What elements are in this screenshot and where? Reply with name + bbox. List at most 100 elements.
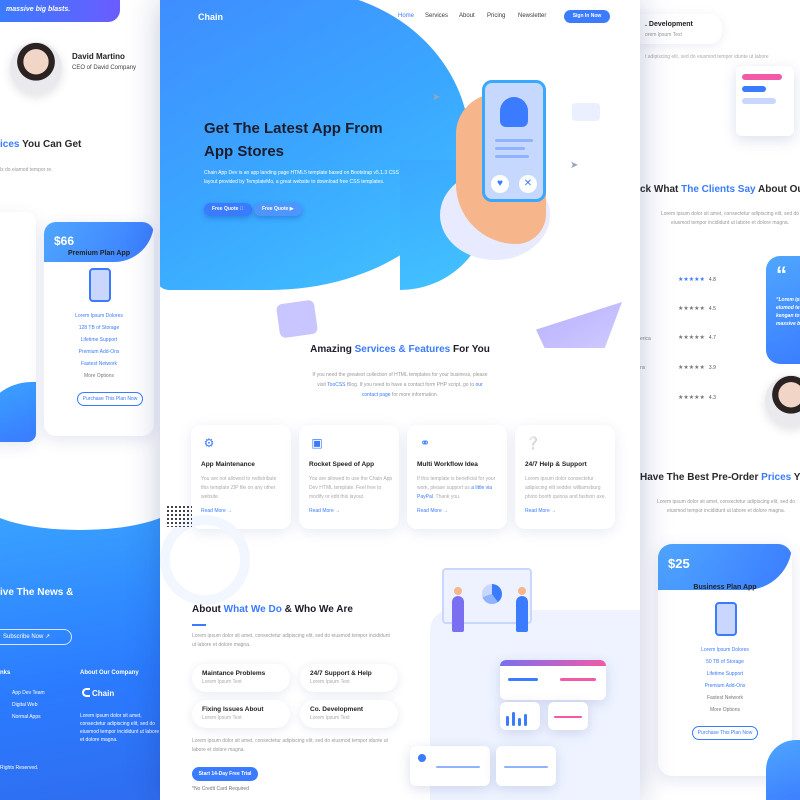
phone-icon [89, 268, 111, 302]
monitor-icon: ▣ [311, 436, 323, 450]
footer-link[interactable]: Normal Apps [12, 714, 41, 720]
prices-heading-pre: Have The Best Pre-Order [640, 472, 762, 483]
mockup-stage: massive big blasts. David Martino CEO of… [0, 0, 800, 800]
nav-item-services[interactable]: Services [425, 13, 448, 19]
nav-item-newsletter[interactable]: Newsletter [518, 13, 546, 19]
toocss-link[interactable]: TooCSS [327, 382, 345, 388]
rating-stars: ★★★★★ [678, 306, 705, 312]
feature-pill: Maintance Problems Lorem Ipsum Text [192, 664, 290, 692]
nav-item-pricing[interactable]: Pricing [487, 13, 505, 19]
clients-subtext: Lorem ipsum dolor sit amet, consectetur … [660, 211, 800, 226]
user-avatar-icon [500, 97, 528, 127]
clients-heading-highlight: The Clients Say [681, 184, 756, 195]
price-card-partial [0, 212, 36, 442]
rating-score: 4.3 [708, 395, 716, 401]
feature-sub: Lorem Ipsum Text [202, 715, 242, 721]
footer-logo[interactable]: Chain [82, 688, 114, 698]
rating-stars: ★★★★★ [678, 335, 705, 341]
links-heading: nks [0, 670, 11, 676]
rating-stars: ★★★★★ [678, 365, 705, 371]
close-icon: ✕ [519, 175, 537, 193]
dashboard-card [496, 746, 556, 786]
rating-row: ★★★★★ 4.7 [678, 334, 716, 341]
plan-feature: Premium Add-Ons [78, 349, 120, 355]
rating-score: 4.5 [708, 306, 716, 312]
nav-item-home[interactable]: Home [398, 13, 414, 19]
rating-stars: ★★★★★ [678, 277, 705, 283]
purchase-plan-button[interactable]: Purchase This Plan Now [692, 726, 758, 740]
pie-chart-icon [482, 584, 502, 604]
prices-heading-highlight: ices [0, 139, 20, 150]
feature-pill: Fixing Issues About Lorem Ipsum Text [192, 700, 290, 728]
free-trial-button[interactable]: Start 14-Day Free Trial [192, 767, 258, 781]
person-head [454, 587, 462, 595]
free-quote-apple-button[interactable]: Free Quote  [204, 203, 252, 216]
rating-score: 4.7 [708, 335, 716, 341]
prices-subtext: ls do eiamod tempor re. [0, 167, 53, 173]
person-head [518, 587, 526, 595]
rating-stars: ★★★★★ [678, 395, 705, 401]
footer-link[interactable]: App Dev Team [12, 690, 45, 696]
service-card: ⚙ App Maintenance You are not allowed to… [191, 425, 291, 529]
free-quote-play-button[interactable]: Free Quote ▶ [254, 203, 302, 216]
service-card: ⚭ Multi Workflow Idea If this template i… [407, 425, 507, 529]
service-title: App Maintenance [201, 461, 255, 468]
dashboard-bar [506, 716, 509, 726]
feature-title: Maintance Problems [202, 670, 266, 677]
copyright: Rights Reserved. [0, 765, 39, 771]
nav-item-about[interactable]: About [459, 13, 475, 19]
read-more-link[interactable]: Read More → [309, 508, 340, 514]
prices-subtext: Lorem ipsum dolor sit amet, consectetur … [656, 499, 796, 514]
testimonial-text: “Lorem ips eiumod te kengan to massive b [776, 297, 800, 327]
footer-link[interactable]: Digital Web [12, 702, 37, 708]
service-desc-part: . Thank you. [432, 494, 461, 500]
service-description: If this template is beneficial for your … [417, 475, 501, 502]
service-card: ▣ Rocket Speed of App You are allowed to… [299, 425, 399, 529]
dashboard-header [500, 660, 606, 666]
plan-feature: Premium Add-Ons [704, 683, 746, 689]
quote-tail: massive big blasts. [0, 0, 120, 22]
about-company-text: Lorem ipsum dolor sit amet, consectetur … [80, 713, 160, 743]
plan-feature: 128 TB of Storage [78, 325, 120, 331]
dashboard-bar [524, 714, 527, 726]
nav-logo[interactable]: Chain [198, 12, 223, 22]
plan-name: Premium Plan App [68, 250, 130, 257]
services-description: If you need the greatest collection of H… [310, 370, 490, 400]
about-heading-post: & Who We Are [281, 604, 353, 615]
read-more-link[interactable]: Read More → [525, 508, 556, 514]
rating-row: ★★★★★ 3.9 [678, 364, 716, 371]
avatar [10, 42, 62, 94]
phone-icon [715, 602, 737, 636]
rating-row: ★★★★★ 4.5 [678, 305, 716, 312]
plan-price: $25 [668, 556, 690, 571]
gear-icon: ⚙ [203, 436, 215, 450]
read-more-link[interactable]: Read More → [417, 508, 448, 514]
prices-heading-post: You C [793, 472, 800, 483]
price-card-curve [0, 382, 36, 442]
sign-in-button[interactable]: Sign In Now [564, 10, 610, 23]
no-credit-card-note: *No Credit Card Required [192, 786, 249, 792]
newsletter-heading: ive The News & [0, 587, 74, 598]
text-line [495, 155, 529, 158]
text-line [495, 147, 525, 150]
testimonial-name: David Martino [72, 52, 125, 61]
purchase-plan-button[interactable]: Purchase This Plan Now [77, 392, 143, 406]
left-preview-panel: massive big blasts. David Martino CEO of… [0, 0, 160, 800]
feature-sub: Lorem Ipsum Text [202, 679, 242, 685]
prices-heading-highlight: Prices [761, 472, 792, 483]
phone-illustration: ♥ ✕ [482, 80, 546, 202]
paper-plane-icon: ➤ [570, 160, 579, 171]
paper-plane-icon: ➤ [432, 92, 441, 103]
dashboard-bar [512, 712, 515, 726]
subscribe-button[interactable]: Subscribe Now ↗ [0, 629, 72, 645]
services-heading-pre: Amazing [310, 344, 355, 355]
service-title: Multi Workflow Idea [417, 461, 478, 468]
plan-feature: 50 TB of Storage [706, 659, 744, 665]
text-line [495, 139, 533, 142]
about-heading-pre: About [192, 604, 224, 615]
dashboard-line [554, 716, 582, 718]
plan-feature: Lorem Ipsum Dolores [75, 313, 123, 319]
dashboard-bar [742, 74, 782, 80]
client-label: erica [640, 336, 651, 342]
read-more-link[interactable]: Read More → [201, 508, 232, 514]
